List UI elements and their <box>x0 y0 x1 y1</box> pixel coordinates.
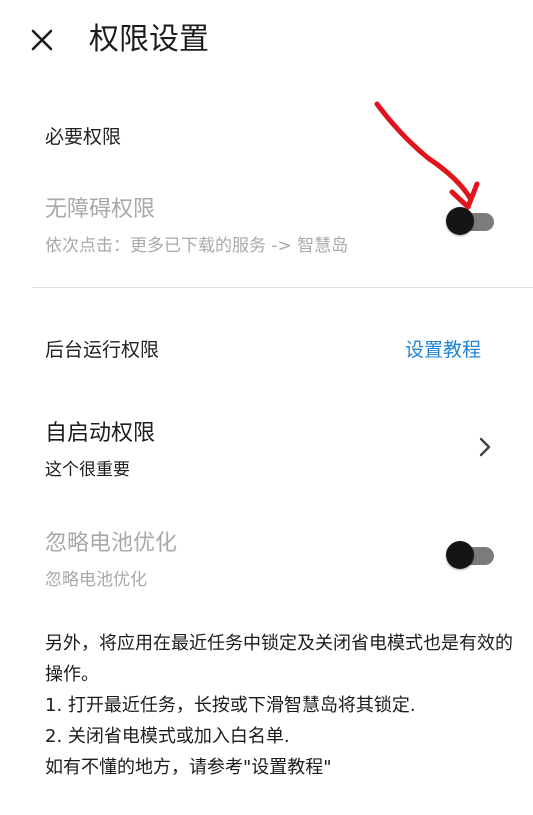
note-line-4: 如有不懂的地方，请参考"设置教程" <box>45 757 332 778</box>
top-bar: 权限设置 <box>0 0 533 82</box>
toggle-thumb <box>446 207 474 235</box>
close-icon <box>31 29 53 51</box>
page-title: 权限设置 <box>89 22 209 57</box>
note-line-2: 1. 打开最近任务，长按或下滑智慧岛将其锁定. <box>45 695 416 716</box>
close-button[interactable] <box>24 22 60 58</box>
note-line-1: 另外，将应用在最近任务中锁定及关闭省电模式也是有效的操作。 <box>45 633 513 685</box>
section-label-required: 必要权限 <box>45 126 122 148</box>
divider <box>32 287 533 288</box>
accessibility-toggle[interactable] <box>446 207 494 235</box>
accessibility-permission-title: 无障碍权限 <box>45 197 156 222</box>
autostart-permission-title: 自启动权限 <box>45 421 156 446</box>
tutorial-link[interactable]: 设置教程 <box>405 335 481 362</box>
note-line-3: 2. 关闭省电模式或加入白名单. <box>45 726 290 747</box>
battery-optimization-subtitle: 忽略电池优化 <box>45 570 147 590</box>
toggle-thumb <box>446 541 474 569</box>
help-note: 另外，将应用在最近任务中锁定及关闭省电模式也是有效的操作。 1. 打开最近任务，… <box>45 628 525 783</box>
section-label-background: 后台运行权限 <box>45 339 160 361</box>
chevron-right-icon <box>479 437 491 457</box>
battery-optimization-title: 忽略电池优化 <box>45 531 178 556</box>
accessibility-permission-subtitle: 依次点击：更多已下载的服务 -> 智慧岛 <box>45 236 349 256</box>
autostart-permission-subtitle: 这个很重要 <box>45 460 130 480</box>
battery-optimization-toggle[interactable] <box>446 541 494 569</box>
